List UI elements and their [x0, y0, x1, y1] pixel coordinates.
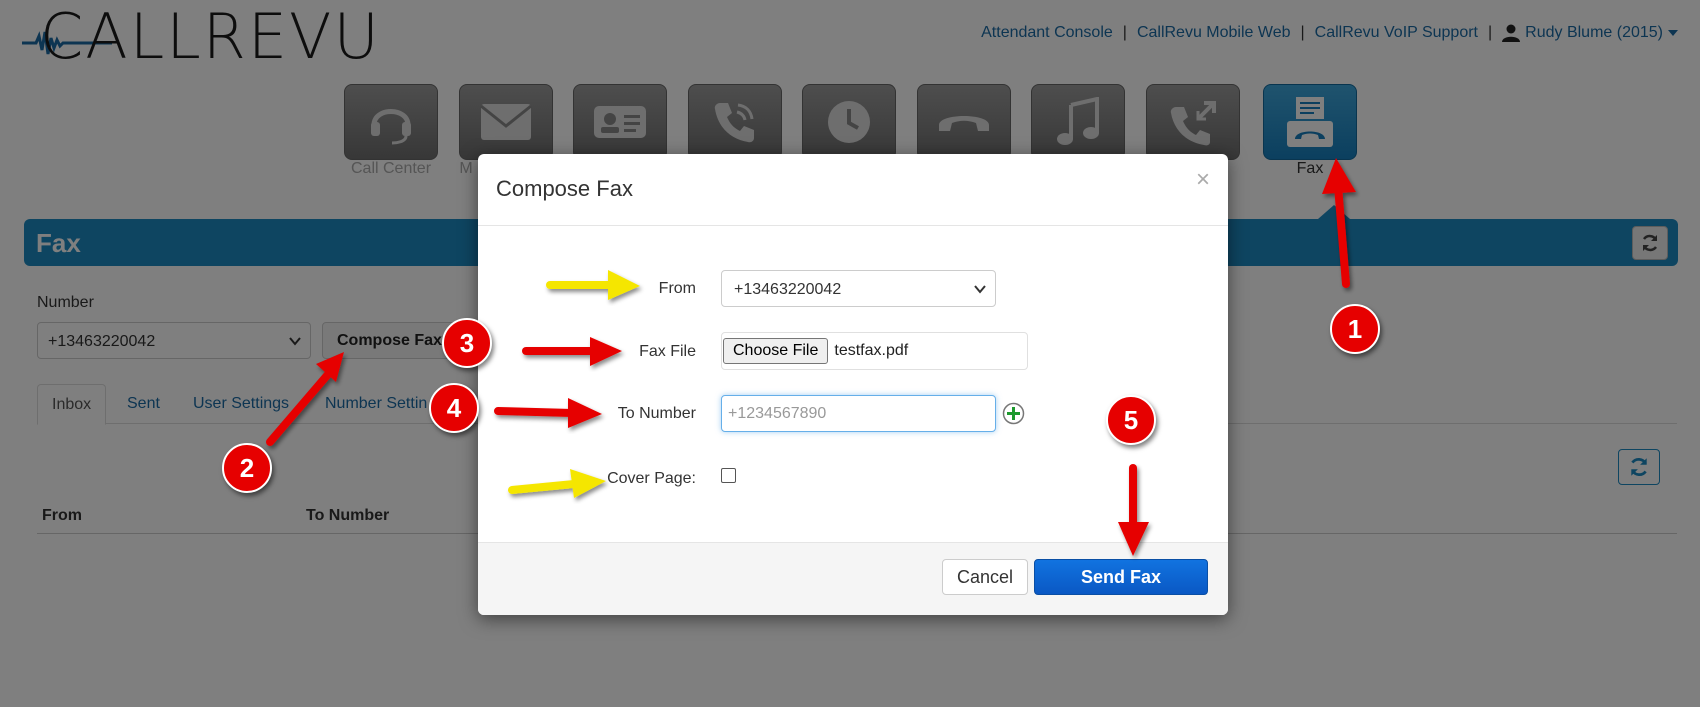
- yellow-arrow-to-from: [546, 270, 640, 300]
- yellow-arrow-to-cover-page: [508, 469, 606, 498]
- annotation-arrows: [266, 158, 1356, 556]
- arrow-to-compose-button: [266, 352, 344, 446]
- step-badge-5: 5: [1106, 395, 1156, 445]
- step-badge-1: 1: [1330, 304, 1380, 354]
- arrow-to-to-number: [494, 398, 602, 428]
- step-badge-4: 4: [429, 383, 479, 433]
- step-badge-2: 2: [222, 443, 272, 493]
- step-badge-3: 3: [442, 318, 492, 368]
- arrow-to-fax-module: [1322, 158, 1356, 288]
- arrow-to-send-button: [1118, 464, 1149, 556]
- arrow-to-fax-file: [522, 337, 622, 366]
